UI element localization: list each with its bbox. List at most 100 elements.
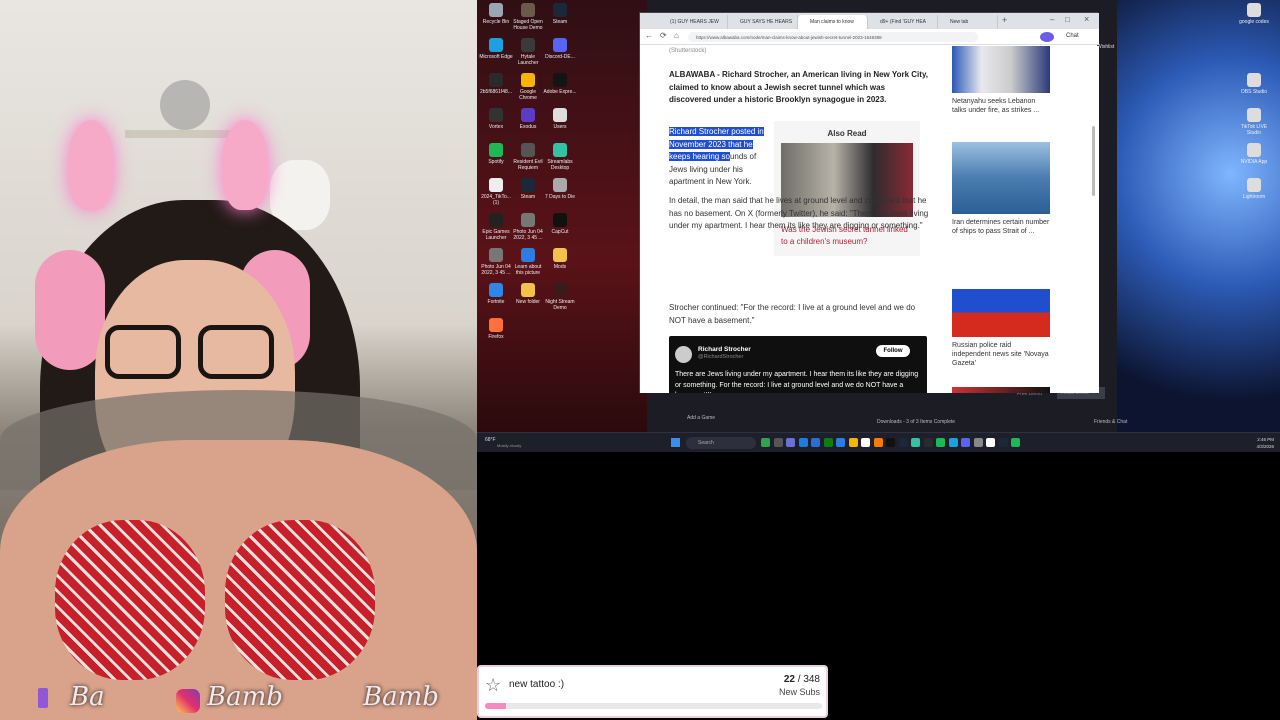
taskbar-app-icon[interactable] [948,438,958,447]
close-icon[interactable]: × [1084,14,1089,24]
start-icon[interactable] [671,438,680,447]
glasses-right-lens [198,325,274,379]
tab-4[interactable]: d9+ (Find 'GUY HEA [868,15,938,29]
tab-5[interactable]: New tab [938,15,998,29]
sidebar-story-3-text[interactable]: Russian police raid independent news sit… [952,341,1050,368]
url-input[interactable]: https://www.albawaba.com/node/man-claims… [688,32,978,42]
desktop-shortcut[interactable]: OBS Studio [1237,73,1271,95]
clock-time[interactable]: 2:46 PM [1242,437,1274,442]
tab-1[interactable]: (1) GUY HEARS JEW [658,15,728,29]
taskbar-app-icon[interactable] [936,438,945,447]
desktop-shortcut[interactable]: Exodus [511,108,545,130]
desktop-shortcut[interactable]: Resident Evil Requiem [511,143,545,171]
desktop-shortcut[interactable]: Steam [511,178,545,200]
clock-date[interactable]: 4/3/2026 [1242,444,1274,449]
also-read-card[interactable]: Also Read Was the Jewish secret tunnel l… [774,121,920,256]
tab-3-active[interactable]: Man claims to know [798,15,868,29]
taskbar-app-icon[interactable] [773,438,783,447]
back-icon[interactable]: ← [645,31,653,40]
desktop-shortcut[interactable]: Mods [543,248,577,270]
taskbar-app-icon[interactable] [873,438,883,447]
taskbar-app-icon[interactable] [861,438,870,447]
taskbar-app-icon[interactable] [898,438,908,447]
downloads-status[interactable]: Downloads - 3 of 3 Items Complete [877,419,955,425]
taskbar-app-icon[interactable] [848,438,858,447]
sidebar-story-3[interactable]: Russian police raid independent news sit… [952,265,1050,368]
taskbar-app-icon[interactable] [811,438,820,447]
add-game-label[interactable]: Add a Game [687,415,715,421]
desktop-shortcut-label: Steam [552,19,568,25]
taskbar-app-icon[interactable] [911,438,920,447]
desktop-shortcut[interactable]: TikTok LIVE Studio [1237,108,1271,136]
minimize-icon[interactable]: – [1050,15,1054,24]
desktop-shortcut[interactable]: Spotify [479,143,513,165]
chat-button[interactable]: Chat [1066,33,1079,39]
star-icon: ☆ [485,675,502,695]
taskbar-app-icon[interactable] [986,438,995,447]
desktop-shortcut[interactable]: Users [543,108,577,130]
desktop-shortcut[interactable]: 2024_TikTo... (1) [479,178,513,206]
new-tab-icon[interactable]: + [1002,15,1007,25]
game-icon [521,143,535,157]
overlay-name-1: Ba [70,682,105,712]
desktop-shortcut[interactable]: 7 Days to Die [543,178,577,200]
sidebar-story-2-text[interactable]: Iran determines certain number of ships … [952,218,1050,236]
desktop-shortcut[interactable]: Microsoft Edge [479,38,513,60]
sidebar-story-4-image[interactable] [952,387,1050,393]
desktop-shortcut[interactable]: Recycle Bin [479,3,513,25]
friends-chat[interactable]: Friends & Chat [1094,419,1127,425]
sidebar-story-1-image[interactable] [952,46,1050,93]
desktop-shortcut[interactable]: Adobe Expre... [543,73,577,95]
wallpaper-right [1117,0,1280,434]
wishlist-label[interactable]: Wishlist [1097,44,1114,50]
desktop-shortcut[interactable]: Photo Jun 04 2022, 3 45 ... [479,248,513,276]
tab-2[interactable]: GUY SAYS HE HEARS [728,15,798,29]
desktop-shortcut[interactable]: Firefox [479,318,513,340]
follow-button[interactable]: Follow [876,345,910,357]
taskbar-app-icon[interactable] [998,438,1008,447]
taskbar-app-icon[interactable] [961,438,970,447]
reload-icon[interactable]: ⟳ [660,31,667,40]
desktop-shortcut[interactable]: Discord-DE... [543,38,577,60]
taskbar-app-icon[interactable] [836,438,845,447]
taskbar-app-icon[interactable] [973,438,983,447]
maximize-icon[interactable]: □ [1065,15,1070,24]
desktop-shortcut[interactable]: google codes [1237,3,1271,25]
taskbar-app-icon[interactable] [923,438,933,447]
glasses-left-lens [105,325,181,379]
desktop-shortcut[interactable]: Google Chrome [511,73,545,101]
embedded-tweet[interactable]: Richard Strocher @RichardStrocher Follow… [669,336,927,393]
scrollbar[interactable] [1092,126,1095,196]
desktop-shortcut[interactable]: Hytale Launcher [511,38,545,66]
taskbar-app-icon[interactable] [761,438,770,447]
desktop-shortcut[interactable]: Photo Jun 04 2022, 3 45 ... [511,213,545,241]
search-box[interactable]: Search [686,437,756,449]
home-icon[interactable]: ⌂ [674,31,679,40]
sidebar-story-1[interactable]: Netanyahu seeks Lebanon talks under fire… [952,46,1050,115]
desktop-shortcut[interactable]: Learn about this picture [511,248,545,276]
desktop-shortcut[interactable]: Steam [543,3,577,25]
desktop-shortcut[interactable]: CapCut [543,213,577,235]
sidebar-story-2[interactable]: Iran determines certain number of ships … [952,142,1050,236]
profile-avatar[interactable] [1040,32,1054,42]
desktop-shortcut[interactable]: Staged Open House Demo [511,3,545,31]
weather-temp[interactable]: 68°F [485,437,496,443]
desktop-shortcut[interactable]: Lightroom [1237,178,1271,200]
desktop-shortcut[interactable]: New folder [511,283,545,305]
desktop-shortcut[interactable]: Epic Games Launcher [479,213,513,241]
taskbar-app-icon[interactable] [886,438,895,447]
sidebar-story-2-image[interactable] [952,142,1050,214]
desktop-shortcut[interactable]: Night Stream Demo [543,283,577,311]
taskbar-app-icon[interactable] [786,438,795,447]
desktop-shortcut[interactable]: 2b5f6861f48... [479,73,513,95]
desktop-shortcut[interactable]: Streamlabs Desktop [543,143,577,171]
desktop-shortcut[interactable]: Vortex [479,108,513,130]
taskbar-app-icon[interactable] [798,438,808,447]
taskbar-app-icon[interactable] [823,438,833,447]
taskbar-app-icon[interactable] [1011,438,1020,447]
sidebar-story-1-text[interactable]: Netanyahu seeks Lebanon talks under fire… [952,97,1050,115]
desktop-shortcut[interactable]: Fortnite [479,283,513,305]
desktop-shortcut-label: 7 Days to Die [544,194,575,200]
sidebar-story-3-image[interactable] [952,265,1050,337]
desktop-shortcut[interactable]: NVIDIA App [1237,143,1271,165]
